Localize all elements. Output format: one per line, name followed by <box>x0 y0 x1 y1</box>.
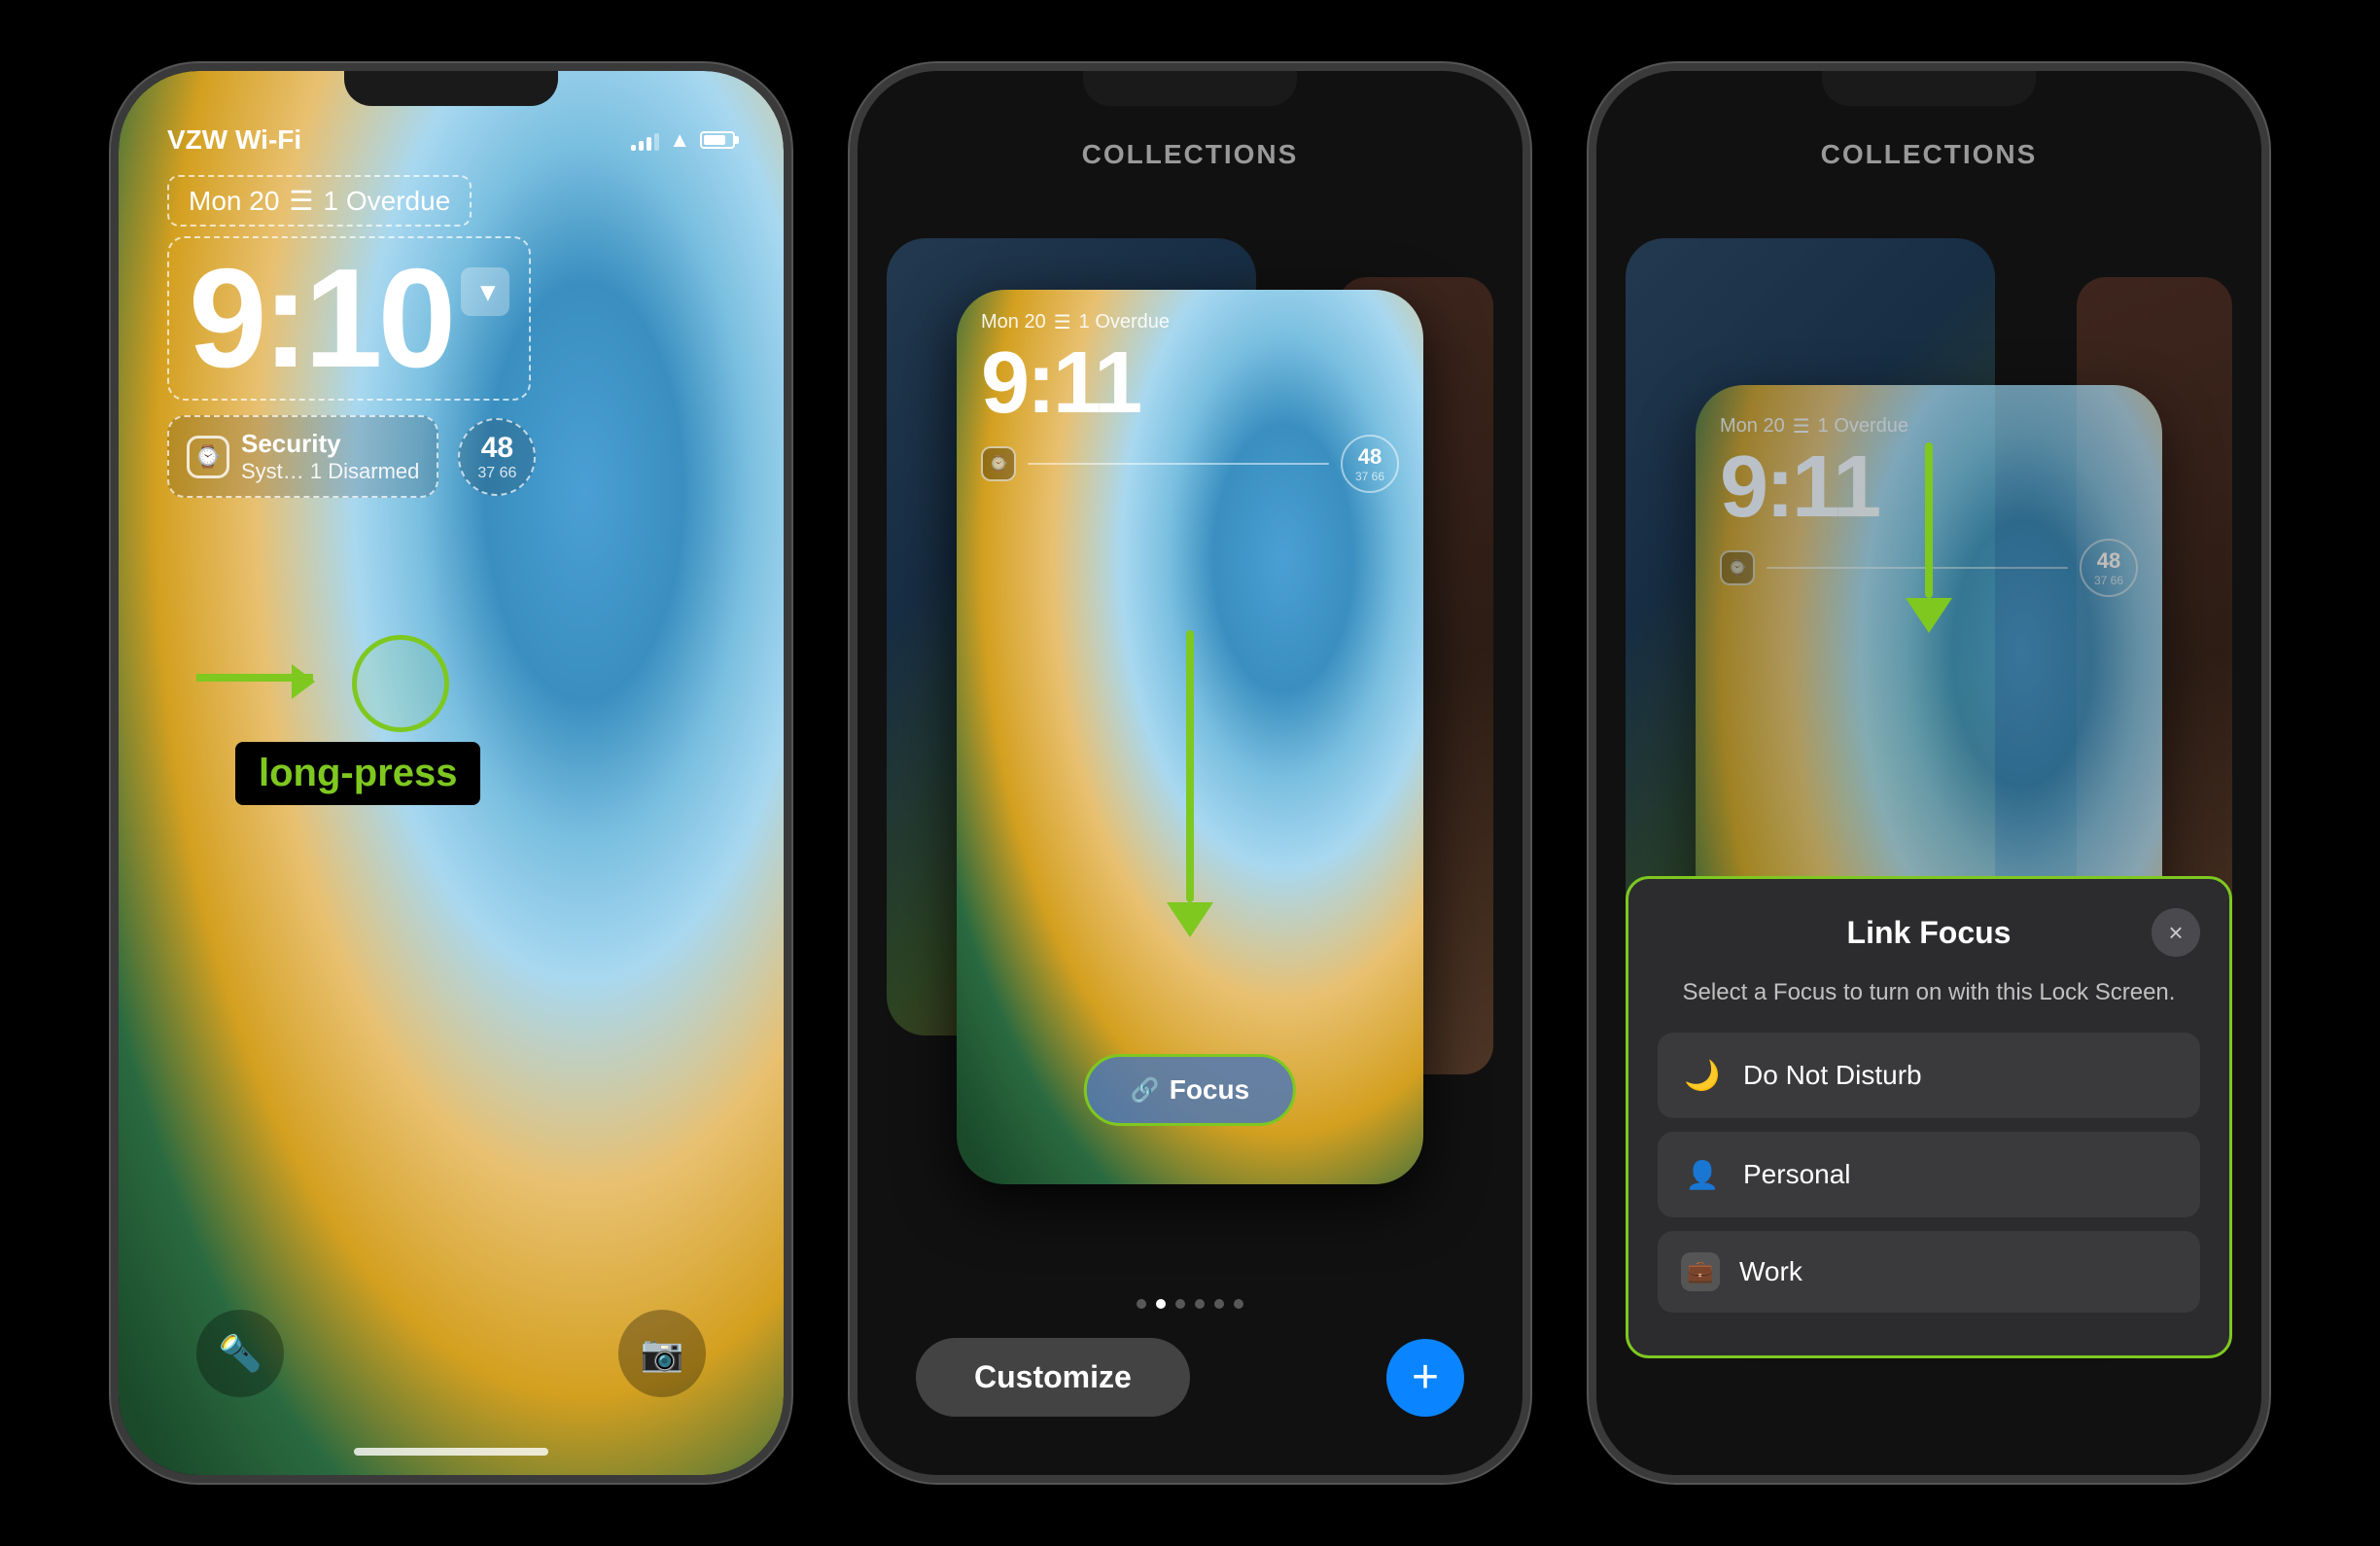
time-area: 9:10 ▾ <box>119 231 784 405</box>
lockscreen-bottom-bar: 🔦 📷 <box>119 1310 784 1397</box>
security-title: Security <box>241 429 419 459</box>
card3-temp-val: 48 <box>2097 548 2120 574</box>
focus-option-work[interactable]: 💼 Work <box>1658 1231 2200 1313</box>
phone-2: COLLECTIONS <box>850 63 1530 1483</box>
collections-footer: Customize + <box>858 1323 1522 1475</box>
card-temp-widget: 48 37 66 <box>1341 435 1399 493</box>
card3-date: Mon 20 <box>1720 415 1785 438</box>
widgets-area: ⌚ Security Syst… 1 Disarmed 48 37 66 <box>119 405 784 508</box>
person-icon: 👤 <box>1681 1153 1724 1196</box>
collections-title-3: COLLECTIONS <box>1821 71 2038 190</box>
time-value: 9:10 <box>189 248 451 389</box>
status-bar: VZW Wi-Fi ▲ <box>119 71 784 165</box>
battery-icon <box>700 131 735 149</box>
collections-screen-3: COLLECTIONS Mon 20 ☰ 1 Overdue 9:11 <box>1596 71 2261 1475</box>
dot-3 <box>1195 1299 1205 1309</box>
long-press-label: long-press <box>235 742 480 805</box>
temp-range: 37 66 <box>477 465 516 482</box>
arrow-head-3 <box>1906 598 1952 633</box>
carrier-label: VZW Wi-Fi <box>167 124 301 156</box>
home-indicator <box>354 1448 548 1456</box>
date-widget: Mon 20 ☰ 1 Overdue <box>167 175 472 227</box>
security-sub: Syst… 1 Disarmed <box>241 459 419 484</box>
card-status-bar <box>957 290 1423 305</box>
link-focus-modal: Link Focus × Select a Focus to turn on w… <box>1626 876 2232 1358</box>
card-temp-value: 48 <box>1358 444 1382 470</box>
focus-option-personal[interactable]: 👤 Personal <box>1658 1132 2200 1217</box>
modal-description: Select a Focus to turn on with this Lock… <box>1658 976 2200 1009</box>
arrow-shaft-3 <box>1925 442 1933 598</box>
dot-4 <box>1214 1299 1224 1309</box>
close-icon: × <box>2168 918 2183 948</box>
collections-screen: COLLECTIONS <box>858 71 1522 1475</box>
long-press-arrow <box>196 674 313 682</box>
time-chevron-icon: ▾ <box>461 267 509 316</box>
card-widgets: ⌚ 48 37 66 <box>957 427 1423 501</box>
collections-carousel: Mon 20 ☰ 1 Overdue 9:11 ⌚ 48 3 <box>858 190 1522 1284</box>
dot-2 <box>1175 1299 1185 1309</box>
collections-carousel-3: Mon 20 ☰ 1 Overdue 9:11 ⌚ 48 37 66 <box>1596 190 2261 1475</box>
focus-button[interactable]: 🔗 Focus <box>1084 1054 1296 1126</box>
security-text: Security Syst… 1 Disarmed <box>241 429 419 484</box>
work-icon: 💼 <box>1681 1252 1720 1291</box>
card-date-label: Mon 20 <box>981 311 1046 334</box>
dot-0 <box>1137 1299 1146 1309</box>
carousel-card-main[interactable]: Mon 20 ☰ 1 Overdue 9:11 ⌚ 48 3 <box>957 290 1423 1184</box>
watch-icon: ⌚ <box>187 436 229 478</box>
wifi-icon: ▲ <box>669 127 690 153</box>
personal-label: Personal <box>1743 1159 1851 1190</box>
card3-listicon: ☰ <box>1793 414 1810 439</box>
card3-watch: ⌚ <box>1720 550 1755 585</box>
time-display: 9:10 ▾ <box>189 248 509 389</box>
dot-5 <box>1234 1299 1243 1309</box>
customize-button[interactable]: Customize <box>916 1338 1190 1417</box>
flashlight-icon[interactable]: 🔦 <box>196 1310 284 1397</box>
arrow-shaft <box>196 674 313 682</box>
green-arrow-3 <box>1906 442 1952 633</box>
phone-1: VZW Wi-Fi ▲ Mon 20 ☰ 1 Overdue <box>111 63 791 1483</box>
time-widget: 9:10 ▾ <box>167 236 531 401</box>
down-arrow-annotation <box>1167 630 1213 937</box>
link-icon: 🔗 <box>1131 1076 1160 1105</box>
card-watch-icon: ⌚ <box>981 446 1016 481</box>
card3-temp: 48 37 66 <box>2080 539 2138 597</box>
carousel-dots <box>1137 1284 1243 1323</box>
moon-icon: 🌙 <box>1681 1054 1724 1097</box>
focus-label: Focus <box>1170 1074 1249 1106</box>
card3-overdue: 1 Overdue <box>1818 415 1908 438</box>
card-list-icon: ☰ <box>1054 310 1071 334</box>
camera-icon[interactable]: 📷 <box>618 1310 706 1397</box>
add-button[interactable]: + <box>1386 1339 1464 1417</box>
work-label: Work <box>1739 1256 1802 1287</box>
temp-widget: 48 37 66 <box>458 418 536 496</box>
focus-option-do-not-disturb[interactable]: 🌙 Do Not Disturb <box>1658 1033 2200 1118</box>
collections-title: COLLECTIONS <box>1082 71 1299 190</box>
dot-1[interactable] <box>1156 1299 1166 1309</box>
card3-temp-range: 37 66 <box>2094 574 2123 587</box>
modal-header: Link Focus × <box>1658 908 2200 957</box>
card-time: 9:11 <box>957 339 1423 427</box>
modal-title: Link Focus <box>1706 915 2152 951</box>
card-temp-range: 37 66 <box>1355 470 1384 483</box>
arrow-shaft-vertical <box>1186 630 1194 902</box>
date-overdue-bar: Mon 20 ☰ 1 Overdue <box>119 165 784 231</box>
arrow-head <box>1167 902 1213 937</box>
temp-value: 48 <box>481 432 513 465</box>
overdue-label: 1 Overdue <box>324 186 451 217</box>
status-icons: ▲ <box>631 127 735 153</box>
modal-close-button[interactable]: × <box>2152 908 2200 957</box>
security-widget: ⌚ Security Syst… 1 Disarmed <box>167 415 438 498</box>
lockscreen-wallpaper: VZW Wi-Fi ▲ Mon 20 ☰ 1 Overdue <box>119 71 784 1475</box>
date-label: Mon 20 <box>189 186 279 217</box>
signal-bars <box>631 129 659 151</box>
list-icon: ☰ <box>289 185 313 217</box>
do-not-disturb-label: Do Not Disturb <box>1743 1060 1922 1091</box>
card-wallpaper: Mon 20 ☰ 1 Overdue 9:11 ⌚ 48 3 <box>957 290 1423 1184</box>
card-overdue: 1 Overdue <box>1079 311 1170 334</box>
phone-3: COLLECTIONS Mon 20 ☰ 1 Overdue 9:11 <box>1589 63 2269 1483</box>
tap-target-circle <box>352 635 449 732</box>
